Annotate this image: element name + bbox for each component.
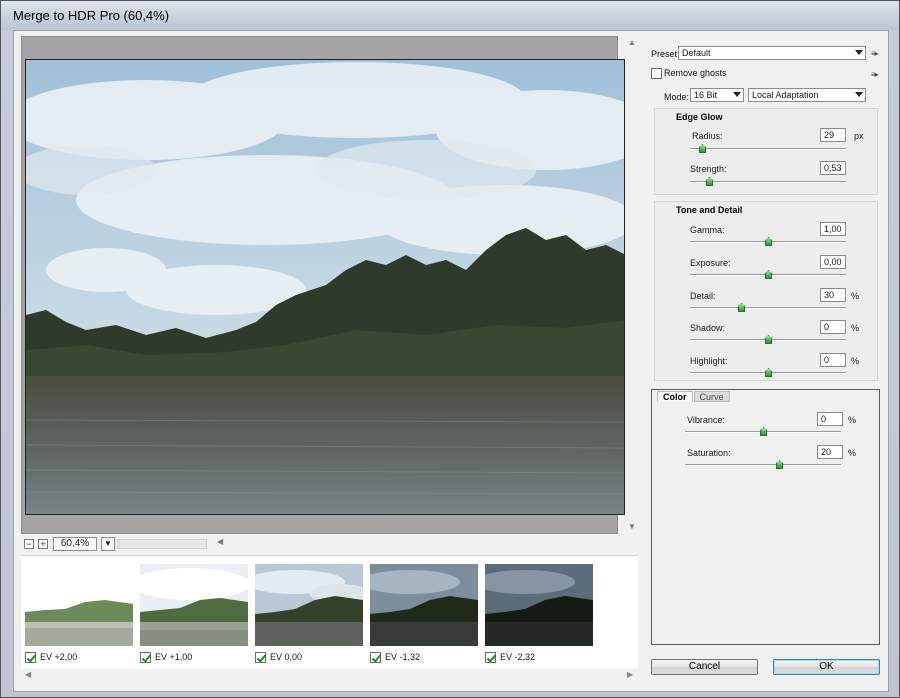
- preset-select[interactable]: Default: [678, 46, 866, 60]
- saturation-slider[interactable]: [685, 460, 841, 469]
- thumbnail-image[interactable]: [255, 564, 363, 646]
- thumbnail-image[interactable]: [370, 564, 478, 646]
- remove-ghosts-label: Remove ghosts: [664, 68, 727, 78]
- scroll-left-icon[interactable]: ◀: [25, 670, 31, 679]
- zoom-level-field[interactable]: 60,4%: [53, 537, 97, 551]
- detail-field[interactable]: 30: [820, 288, 846, 302]
- merge-to-hdr-dialog: Merge to HDR Pro (60,4%) ▲ ▼ − + 60,4% ▼…: [0, 0, 900, 698]
- scroll-down-icon[interactable]: ▼: [627, 522, 637, 532]
- detail-label: Detail:: [690, 291, 716, 301]
- thumbnail-checkbox[interactable]: [370, 651, 381, 663]
- dialog-client-area: ▲ ▼ − + 60,4% ▼ ◀ EV +2,00 EV +1,00 EV 0…: [13, 30, 889, 692]
- zoom-bar: − + 60,4% ▼ ◀: [21, 536, 638, 552]
- chevron-down-icon: [855, 92, 863, 97]
- vibrance-label: Vibrance:: [687, 415, 725, 425]
- preview-area: [21, 36, 625, 534]
- highlight-field[interactable]: 0: [820, 353, 846, 367]
- detail-unit: %: [851, 291, 860, 301]
- scroll-thumb[interactable]: [117, 539, 207, 549]
- shadow-label: Shadow:: [690, 323, 726, 333]
- vibrance-unit: %: [848, 415, 857, 425]
- radius-slider[interactable]: [690, 144, 846, 153]
- chevron-down-icon: [855, 50, 863, 55]
- preview-horizontal-scrollbar[interactable]: ◀: [117, 537, 637, 551]
- vibrance-slider[interactable]: [685, 427, 841, 436]
- strength-field[interactable]: 0,53: [820, 161, 846, 175]
- ev-label: EV +1,00: [155, 652, 193, 662]
- window-title: Merge to HDR Pro (60,4%): [13, 8, 170, 23]
- thumbnail-item[interactable]: EV 0,00: [255, 564, 363, 664]
- color-curve-panel: Color Curve Vibrance: 0 % Saturation: 20…: [651, 389, 880, 645]
- thumbnail-item[interactable]: EV +2,00: [25, 564, 133, 664]
- zoom-in-button[interactable]: +: [38, 539, 48, 549]
- exposure-slider[interactable]: [690, 270, 846, 279]
- highlight-slider[interactable]: [690, 368, 846, 377]
- preview-vertical-scrollbar[interactable]: ▲ ▼: [626, 36, 638, 534]
- preset-value: Default: [682, 48, 711, 58]
- ev-label: EV 0,00: [270, 652, 303, 662]
- thumbnail-image[interactable]: [485, 564, 593, 646]
- radius-label: Radius:: [692, 131, 723, 141]
- gamma-slider[interactable]: [690, 237, 846, 246]
- strength-label: Strength:: [690, 164, 727, 174]
- zoom-out-button[interactable]: −: [24, 539, 34, 549]
- ok-button[interactable]: OK: [773, 659, 880, 675]
- thumbnails-scrollbar[interactable]: ◀ ▶: [21, 669, 638, 681]
- shadow-field[interactable]: 0: [820, 320, 846, 334]
- thumbnail-checkbox[interactable]: [255, 651, 266, 663]
- shadow-unit: %: [851, 323, 860, 333]
- bit-depth-value: 16 Bit: [694, 90, 718, 100]
- tab-strip: Color Curve: [657, 391, 731, 403]
- saturation-field[interactable]: 20: [817, 445, 843, 459]
- thumbnail-image[interactable]: [140, 564, 248, 646]
- exposure-label: Exposure:: [690, 258, 731, 268]
- thumbnail-checkbox[interactable]: [25, 651, 36, 663]
- ev-label: EV -1,32: [385, 652, 421, 662]
- slider-knob[interactable]: [760, 427, 767, 436]
- thumbnail-item[interactable]: EV -2,32: [485, 564, 593, 664]
- method-select[interactable]: Local Adaptation: [748, 88, 866, 102]
- ev-label: EV +2,00: [40, 652, 78, 662]
- thumbnail-image[interactable]: [25, 564, 133, 646]
- strength-slider[interactable]: [690, 177, 846, 186]
- saturation-unit: %: [848, 448, 857, 458]
- zoom-dropdown-icon[interactable]: ▼: [101, 537, 115, 551]
- saturation-label: Saturation:: [687, 448, 731, 458]
- vibrance-field[interactable]: 0: [817, 412, 843, 426]
- preset-menu-icon[interactable]: ≡▸: [871, 49, 879, 58]
- exposure-field[interactable]: 0,00: [820, 255, 846, 269]
- gamma-label: Gamma:: [690, 225, 725, 235]
- radius-unit: px: [854, 131, 864, 141]
- title-bar: Merge to HDR Pro (60,4%): [1, 1, 899, 30]
- highlight-unit: %: [851, 356, 860, 366]
- scroll-right-icon[interactable]: ▶: [627, 670, 633, 679]
- highlight-label: Highlight:: [690, 356, 728, 366]
- options-menu-icon[interactable]: ≡▸: [871, 70, 879, 79]
- bit-depth-select[interactable]: 16 Bit: [690, 88, 744, 102]
- remove-ghosts-checkbox[interactable]: [651, 68, 662, 79]
- tone-detail-title: Tone and Detail: [676, 205, 743, 215]
- thumbnail-item[interactable]: EV -1,32: [370, 564, 478, 664]
- hdr-preview-image: [25, 59, 625, 515]
- thumbnail-checkbox[interactable]: [140, 651, 151, 663]
- gamma-field[interactable]: 1,00: [820, 222, 846, 236]
- edge-glow-title: Edge Glow: [676, 112, 723, 122]
- ev-label: EV -2,32: [500, 652, 536, 662]
- cancel-button[interactable]: Cancel: [651, 659, 758, 675]
- thumbnail-checkbox[interactable]: [485, 651, 496, 663]
- scroll-left-icon[interactable]: ◀: [217, 537, 223, 546]
- preset-label: Preset:: [651, 49, 680, 59]
- tab-curve[interactable]: Curve: [693, 391, 730, 402]
- thumbnail-item[interactable]: EV +1,00: [140, 564, 248, 664]
- method-value: Local Adaptation: [752, 90, 819, 100]
- mode-label: Mode:: [664, 92, 690, 102]
- scroll-up-icon[interactable]: ▲: [627, 38, 637, 48]
- source-images-strip: EV +2,00 EV +1,00 EV 0,00 EV -1,32 EV -2…: [21, 555, 638, 669]
- detail-slider[interactable]: [690, 303, 846, 312]
- radius-field[interactable]: 29: [820, 128, 846, 142]
- chevron-down-icon: [733, 92, 741, 97]
- slider-knob[interactable]: [776, 460, 783, 469]
- tab-color[interactable]: Color: [657, 391, 693, 402]
- shadow-slider[interactable]: [690, 335, 846, 344]
